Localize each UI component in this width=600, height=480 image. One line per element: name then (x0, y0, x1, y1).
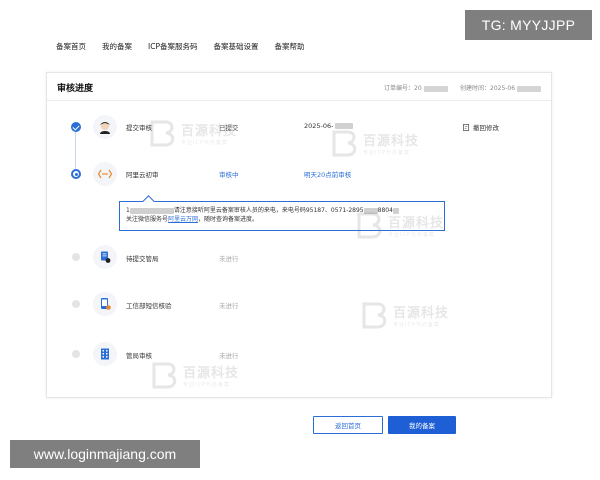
step-name-bureau-review: 管局审核 (126, 352, 152, 360)
step-done-check-icon (71, 122, 81, 132)
nav-item-home[interactable]: 备案首页 (56, 41, 86, 52)
step-current-icon (71, 169, 81, 179)
review-notice-tooltip: 1 请注意接听阿里云备案审核人员的来电，来电号码95187、0571-2895 88… (119, 201, 445, 231)
nav-item-my-records[interactable]: 我的备案 (102, 41, 132, 52)
revoke-edit-link[interactable]: 撤回修改 (463, 122, 499, 132)
step-status-submit-bureau: 未进行 (219, 255, 239, 263)
order-number: 订单编号：20 (384, 83, 448, 92)
card-header: 审核进度 订单编号：20 创建时间：2025-06 (47, 73, 551, 101)
review-dots-icon (93, 162, 117, 186)
my-records-button[interactable]: 我的备案 (388, 416, 456, 434)
step-name-submit-bureau: 待提交管局 (126, 255, 159, 263)
step-pending-icon (72, 253, 80, 261)
step-name-sms-verify: 工信部短信核验 (126, 302, 172, 310)
user-avatar-icon (93, 115, 117, 139)
aliyun-wanwang-link[interactable]: 阿里云万网 (168, 216, 198, 223)
timeline-connector (75, 129, 76, 172)
page-title: 审核进度 (57, 84, 94, 94)
step-time-submit: 2025-06- (304, 122, 353, 130)
step-status-aliyun-review: 审核中 (219, 171, 239, 179)
nav-item-icp-service-code[interactable]: ICP备案服务码 (148, 41, 197, 52)
top-nav: 备案首页 我的备案 ICP备案服务码 备案基础设置 备案帮助 (56, 41, 320, 52)
tooltip-line-2: 关注微信服务号阿里云万网，随时查询备案进度。 (126, 216, 259, 223)
step-status-submit: 已提交 (219, 124, 239, 132)
site-url-overlay-label: www.loginmajiang.com (10, 440, 200, 468)
tooltip-line-1: 1 请注意接听阿里云备案审核人员的来电，来电号码95187、0571-2895 88… (126, 206, 438, 215)
created-time: 创建时间：2025-06 (460, 83, 542, 92)
tg-overlay-label: TG: MYYJJPP (465, 10, 592, 40)
nav-item-help[interactable]: 备案帮助 (274, 41, 304, 52)
step-pending-icon (72, 300, 80, 308)
edit-icon (463, 123, 470, 131)
nav-item-basic-settings[interactable]: 备案基础设置 (213, 41, 258, 52)
step-name-submit: 提交审核 (126, 124, 152, 132)
step-name-aliyun-review: 阿里云初审 (126, 171, 159, 179)
step-pending-icon (72, 350, 80, 358)
step-status-bureau-review: 未进行 (219, 352, 239, 360)
back-home-button[interactable]: 返回首页 (313, 416, 383, 434)
document-submit-icon (93, 245, 117, 269)
review-progress-card: 审核进度 订单编号：20 创建时间：2025-06 提交审核 已提交 2025-… (46, 72, 552, 398)
sms-verify-icon (93, 292, 117, 316)
building-icon (93, 342, 117, 366)
step-status-sms-verify: 未进行 (219, 302, 239, 310)
step-time-aliyun-review: 明天20点前审核 (304, 171, 352, 179)
